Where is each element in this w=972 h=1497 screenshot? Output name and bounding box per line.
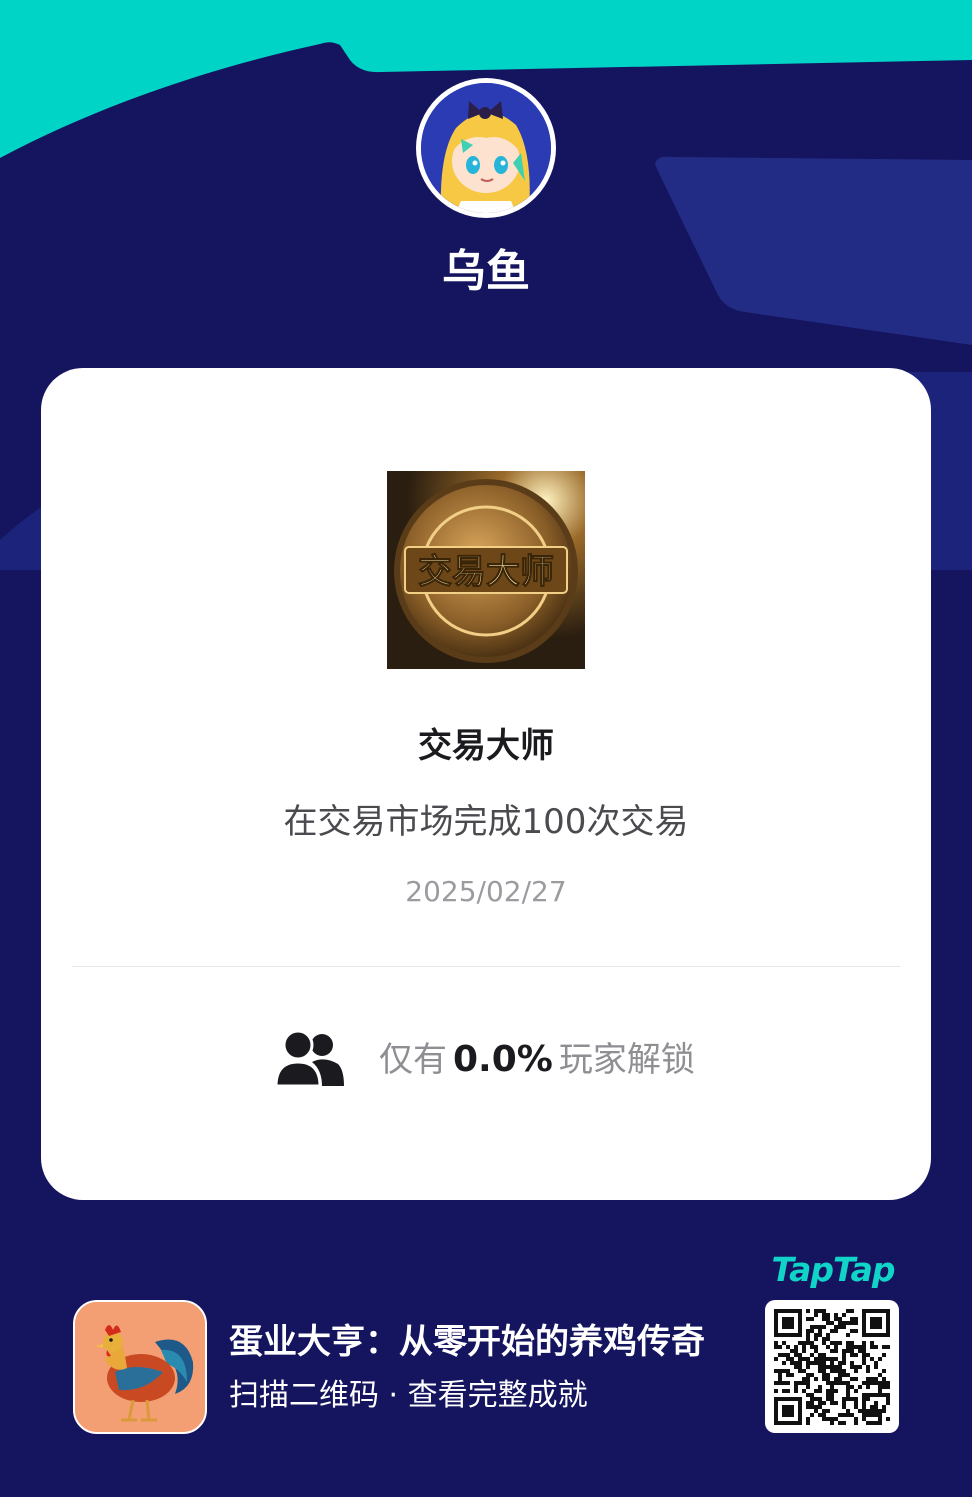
badge-text: 交易大师 xyxy=(418,552,554,592)
qr-code[interactable] xyxy=(765,1300,899,1433)
achievement-title: 交易大师 xyxy=(418,726,554,766)
game-subtitle: 扫描二维码 · 查看完整成就 xyxy=(229,1378,588,1413)
users-icon xyxy=(276,1029,344,1086)
unlock-prefix: 仅有 xyxy=(379,1040,447,1080)
achievement-description: 在交易市场完成100次交易 xyxy=(283,802,689,842)
qr-code-pattern xyxy=(774,1309,890,1425)
achievement-badge-image: 交易大师 xyxy=(387,471,585,669)
username: 乌鱼 xyxy=(442,246,530,297)
achievement-card: 交易大师 交易大师 在交易市场完成100次交易 2025/02/27 仅有 0.0… xyxy=(41,368,931,1200)
game-title: 蛋业大亨：从零开始的养鸡传奇 xyxy=(229,1322,705,1362)
unlock-stat: 仅有 0.0% 玩家解锁 xyxy=(379,1035,695,1085)
divider xyxy=(72,966,900,967)
avatar-character-image xyxy=(421,83,551,213)
unlock-percent: 0.0% xyxy=(453,1039,553,1080)
taptap-logo: TapTap xyxy=(771,1250,896,1289)
rooster-icon xyxy=(75,1302,205,1432)
avatar[interactable] xyxy=(416,78,556,218)
unlock-suffix: 玩家解锁 xyxy=(558,1040,695,1080)
game-icon[interactable] xyxy=(73,1300,207,1434)
achievement-date: 2025/02/27 xyxy=(405,875,567,908)
